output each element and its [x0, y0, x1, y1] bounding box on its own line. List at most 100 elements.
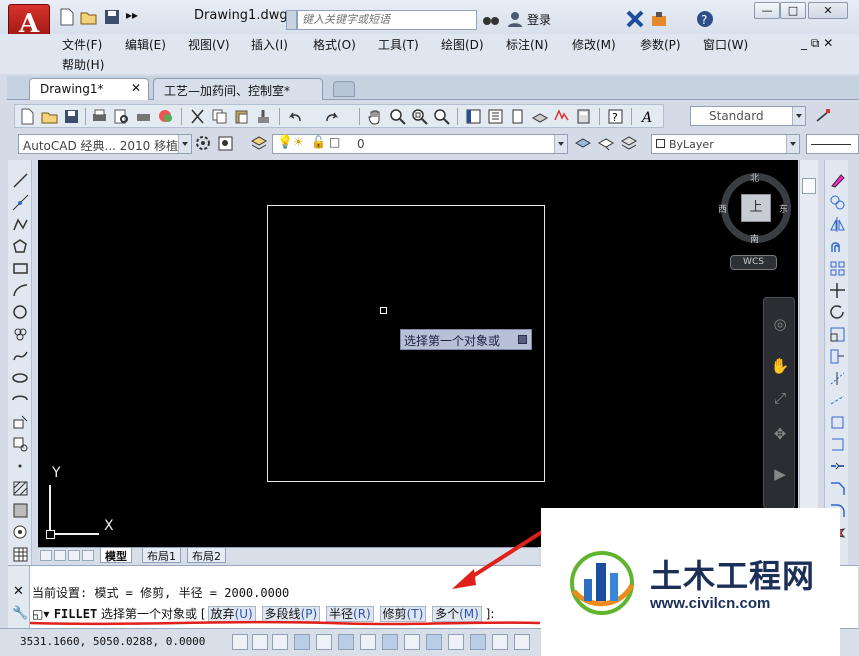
- print-icon[interactable]: [91, 108, 108, 125]
- cut-icon[interactable]: [189, 108, 206, 125]
- save-icon[interactable]: [63, 108, 80, 125]
- help-icon[interactable]: ?: [607, 108, 624, 125]
- tooltip-arrow-icon[interactable]: [518, 335, 527, 344]
- coordinate-readout[interactable]: 3531.1660, 5050.0288, 0.0000: [20, 635, 205, 648]
- steering-wheel-icon[interactable]: ◎: [770, 314, 790, 334]
- pan-hand-icon[interactable]: [367, 108, 384, 125]
- text-style-icon[interactable]: A: [640, 108, 658, 126]
- exchange-x-icon[interactable]: [626, 10, 644, 28]
- menu-view[interactable]: 视图(V): [188, 36, 230, 53]
- help-icon[interactable]: ?: [696, 10, 714, 28]
- login-link[interactable]: 登录: [527, 11, 551, 28]
- mdi-window-controls[interactable]: _ ⧉ ✕: [801, 36, 833, 51]
- break-at-point-icon[interactable]: [829, 414, 846, 431]
- menu-dimension[interactable]: 标注(N): [506, 36, 548, 53]
- close-button[interactable]: ✕: [808, 2, 848, 19]
- menu-modify[interactable]: 修改(M): [572, 36, 616, 53]
- compass-south[interactable]: 南: [750, 232, 759, 245]
- layer-state-icon[interactable]: [620, 135, 638, 152]
- linetype-dropdown[interactable]: [806, 134, 859, 154]
- save-icon[interactable]: [103, 8, 121, 26]
- grid-display-toggle[interactable]: [272, 634, 288, 650]
- new-file-icon[interactable]: [58, 8, 76, 26]
- menu-draw[interactable]: 绘图(D): [441, 36, 484, 53]
- prev-layout-icon[interactable]: [54, 550, 66, 561]
- mirror-icon[interactable]: [829, 216, 846, 233]
- ellipse-icon[interactable]: [12, 370, 29, 387]
- search-input[interactable]: [297, 10, 477, 30]
- rectangle-icon[interactable]: [12, 260, 29, 277]
- new-icon[interactable]: [19, 108, 36, 125]
- next-layout-icon[interactable]: [68, 550, 80, 561]
- minimize-button[interactable]: —: [754, 2, 780, 19]
- hatch-icon[interactable]: [12, 480, 29, 497]
- zoom-realtime-icon[interactable]: [389, 108, 406, 125]
- command-recent-icon[interactable]: ◱▾: [32, 607, 50, 621]
- dynamic-input-toggle[interactable]: [426, 634, 442, 650]
- sheet-set-icon[interactable]: [531, 108, 549, 125]
- quick-properties-toggle[interactable]: [492, 634, 508, 650]
- rotate-icon[interactable]: [829, 304, 846, 321]
- revision-cloud-icon[interactable]: [12, 326, 29, 343]
- menu-help[interactable]: 帮助(H): [62, 56, 104, 73]
- menu-format[interactable]: 格式(O): [313, 36, 356, 53]
- tab-layout2[interactable]: 布局2: [187, 548, 226, 563]
- menu-insert[interactable]: 插入(I): [251, 36, 288, 53]
- compass-west[interactable]: 西: [718, 202, 727, 215]
- infer-constraints-toggle[interactable]: [232, 634, 248, 650]
- more-arrows-icon[interactable]: ▸▸: [126, 8, 144, 26]
- 3d-dwf-icon[interactable]: [157, 108, 174, 125]
- subscription-icon[interactable]: [650, 10, 668, 28]
- arc-icon[interactable]: [12, 282, 29, 299]
- line-icon[interactable]: [12, 172, 29, 189]
- compass-north[interactable]: 北: [750, 171, 759, 184]
- close-icon[interactable]: ✕: [13, 584, 24, 599]
- showmotion-icon[interactable]: ▶: [770, 464, 790, 484]
- print-preview-icon[interactable]: [113, 108, 130, 125]
- insert-block-icon[interactable]: [12, 414, 29, 431]
- match-properties-icon[interactable]: [255, 108, 272, 125]
- drawing-canvas[interactable]: 选择第一个对象或 上 北 南 东 西 WCS ◎ ✋ ⤢ ✥ ▶ Y X: [38, 160, 798, 547]
- break-icon[interactable]: [829, 436, 846, 453]
- array-icon[interactable]: [829, 260, 846, 277]
- make-block-icon[interactable]: [12, 436, 29, 453]
- user-icon[interactable]: [506, 10, 524, 28]
- tool-palettes-icon[interactable]: [509, 108, 526, 125]
- markup-icon[interactable]: [553, 108, 570, 125]
- tab-layout1[interactable]: 布局1: [142, 548, 181, 563]
- redo-icon[interactable]: [323, 108, 340, 125]
- design-center-icon[interactable]: [487, 108, 504, 125]
- tab-drawing2[interactable]: 工艺—加药间、控制室*: [153, 78, 323, 100]
- dynamic-ucs-toggle[interactable]: [404, 634, 420, 650]
- join-icon[interactable]: [829, 458, 846, 475]
- paste-icon[interactable]: [233, 108, 250, 125]
- text-style-dropdown[interactable]: Standard: [690, 106, 806, 126]
- make-current-layer-icon[interactable]: [574, 135, 592, 152]
- point-icon[interactable]: [12, 458, 29, 475]
- 3d-object-snap-toggle[interactable]: [360, 634, 376, 650]
- transparency-toggle[interactable]: [470, 634, 486, 650]
- maximize-button[interactable]: □: [780, 2, 806, 19]
- calculator-icon[interactable]: [575, 108, 592, 125]
- trim-icon[interactable]: [829, 370, 846, 387]
- scrollbar-thumb[interactable]: [802, 178, 816, 194]
- command-line-handle[interactable]: ✕ 🔧: [8, 566, 30, 629]
- lineweight-toggle[interactable]: [448, 634, 464, 650]
- tab-model[interactable]: 模型: [100, 548, 132, 563]
- search-expand-button[interactable]: [286, 10, 297, 30]
- first-layout-icon[interactable]: [40, 550, 52, 561]
- wrench-icon[interactable]: 🔧: [12, 606, 28, 621]
- ortho-mode-toggle[interactable]: [294, 634, 310, 650]
- menu-tools[interactable]: 工具(T): [378, 36, 419, 53]
- copy-object-icon[interactable]: [829, 194, 846, 211]
- selection-cycling-toggle[interactable]: [514, 634, 530, 650]
- zoom-icon[interactable]: ⤢: [770, 388, 790, 408]
- layer-properties-icon[interactable]: [250, 135, 268, 152]
- gradient-icon[interactable]: [12, 502, 29, 519]
- publish-icon[interactable]: [135, 108, 152, 125]
- open-folder-icon[interactable]: [80, 8, 98, 26]
- compass-east[interactable]: 东: [779, 202, 788, 215]
- region-icon[interactable]: [12, 524, 29, 541]
- open-icon[interactable]: [41, 108, 58, 125]
- scale-icon[interactable]: [829, 326, 846, 343]
